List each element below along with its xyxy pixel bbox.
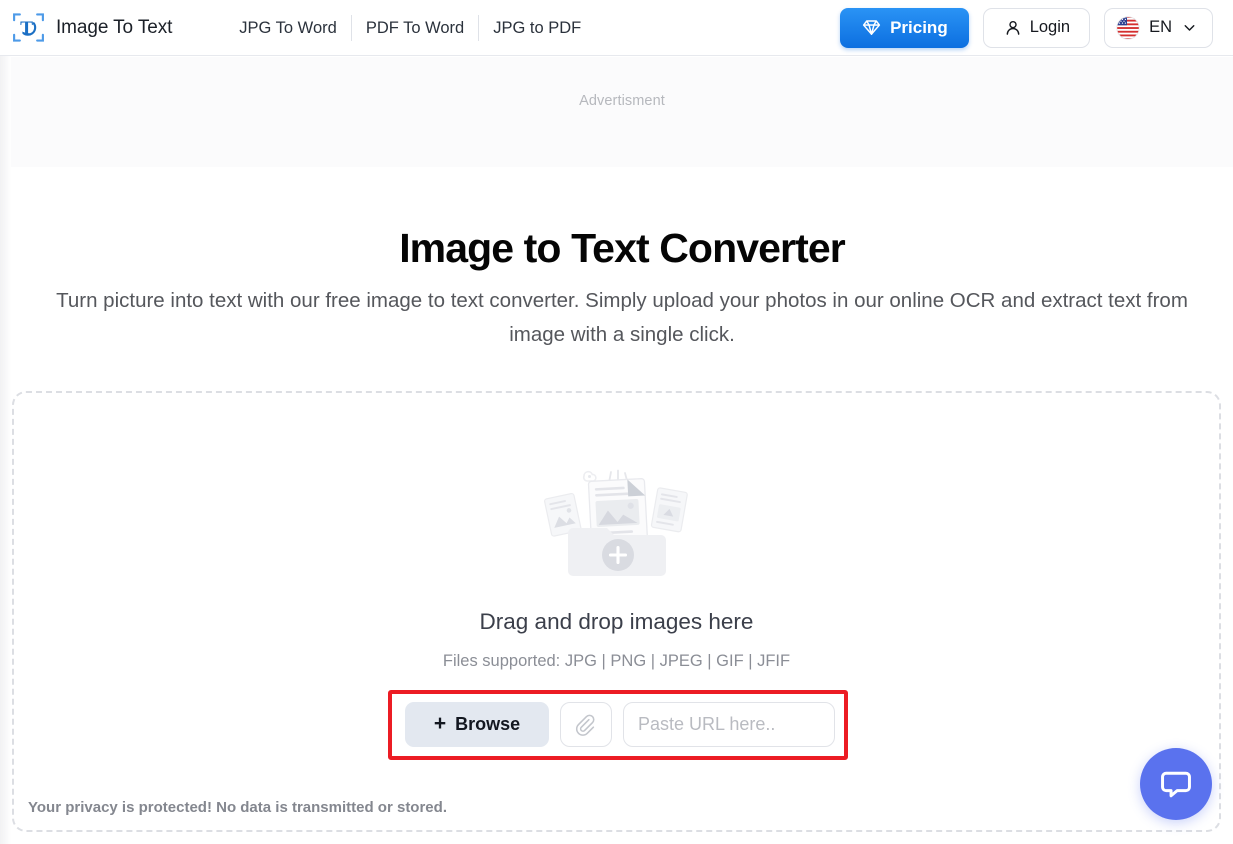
browse-button[interactable]: + Browse [405,702,549,747]
file-dropzone[interactable]: Drag and drop images here Files supporte… [12,391,1221,832]
pricing-button[interactable]: Pricing [840,7,969,48]
language-label: EN [1149,18,1172,36]
attach-file-button[interactable] [560,702,612,747]
page-title: Image to Text Converter [399,225,846,271]
pricing-label: Pricing [890,17,948,37]
page-left-edge [0,0,11,844]
dropzone-title: Drag and drop images here [479,609,754,634]
nav-item-jpg-to-pdf[interactable]: JPG to PDF [479,14,595,42]
plus-icon: + [433,712,447,735]
paste-url-input[interactable] [623,702,835,747]
us-flag-icon [1116,15,1140,40]
supported-formats-label: Files supported: JPG | PNG | JPEG | GIF … [442,652,791,670]
brand-logo-link[interactable]: T Image To Text [11,10,172,45]
header-actions: Pricing Login EN [840,7,1213,48]
privacy-note: Your privacy is protected! No data is tr… [28,799,447,816]
hero-section: Image to Text Converter Turn picture int… [11,222,1233,352]
brand-name: Image To Text [56,16,173,38]
site-header: T Image To Text JPG To Word PDF To Word … [0,0,1233,56]
scan-text-logo-icon: T [13,13,44,42]
paperclip-icon [575,714,594,736]
language-selector[interactable]: EN [1104,7,1213,48]
advertisement-label: Advertisment [579,93,665,109]
chat-bubble-icon [1161,771,1191,798]
login-label: Login [1029,18,1071,36]
chevron-down-icon [1184,25,1195,31]
diamond-icon [862,20,881,35]
page-subtitle: Turn picture into text with our free ima… [56,289,1188,346]
nav-item-jpg-to-word[interactable]: JPG To Word [225,14,351,42]
user-icon [1006,20,1020,35]
upload-files-folder-illustration [543,469,688,576]
nav-item-pdf-to-word[interactable]: PDF To Word [352,14,478,42]
upload-actions-highlight: + Browse [388,690,848,760]
main-nav: JPG To Word PDF To Word JPG to PDF [225,14,595,42]
browse-label: Browse [455,714,521,734]
upload-actions-row: + Browse [405,702,835,747]
login-button[interactable]: Login [982,7,1091,48]
chat-widget-button[interactable] [1140,748,1212,820]
advertisement-slot: Advertisment [11,57,1233,167]
